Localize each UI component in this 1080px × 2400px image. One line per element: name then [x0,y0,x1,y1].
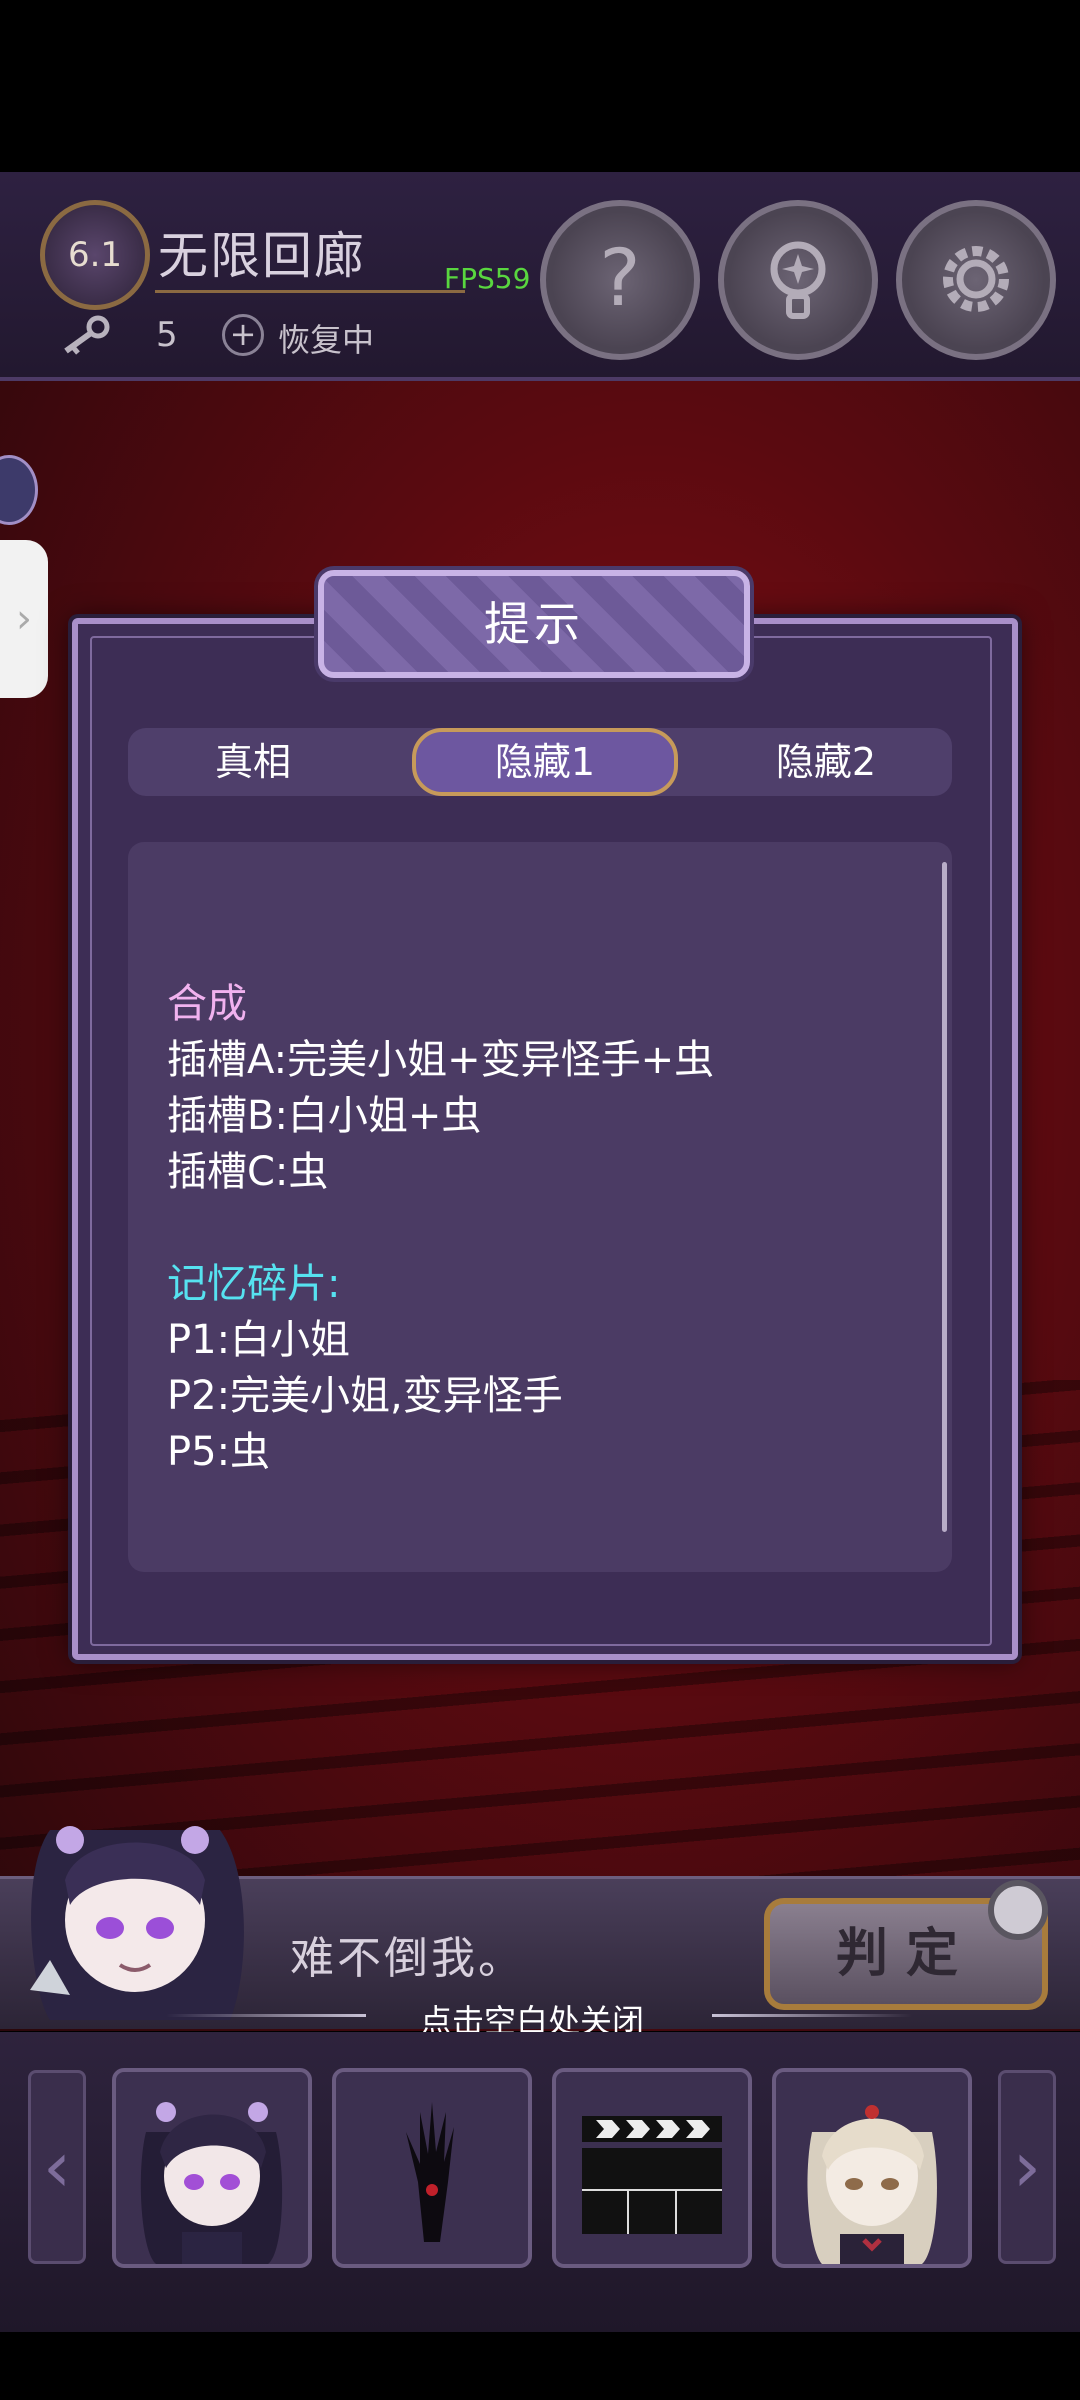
section-title-memory: 记忆碎片: [167,1261,341,1307]
keys-count: 5 [156,315,178,355]
hint-line: 插槽C:虫 [167,1149,329,1195]
tab-truth[interactable]: 真相 [128,728,378,796]
level-title: 无限回廊 [158,227,366,285]
inventory-prev-button[interactable]: ‹ [28,2070,86,2264]
section-title-synthesis: 合成 [167,981,247,1027]
divider-left [166,2014,366,2017]
fps-counter: FPS59 [444,262,531,295]
tab-hidden1[interactable]: 隐藏1 [412,728,678,796]
level-badge: 6.1 [40,200,150,310]
hint-icon [770,241,826,319]
inventory-slot-clapperboard[interactable] [552,2068,752,2268]
help-icon: ? [599,234,641,324]
settings-icon [943,246,1009,312]
key-icon [60,315,110,355]
chevron-left-icon: ‹ [43,2126,71,2208]
side-drawer-handle[interactable]: › [0,540,48,698]
inventory-next-button[interactable]: › [998,2070,1056,2264]
dialogue-text: 难不倒我。 [290,1933,525,1984]
inventory-slot-hand[interactable] [332,2068,532,2268]
character-avatar [10,1810,270,2030]
hint-line: 插槽B:白小姐+虫 [167,1093,482,1139]
inventory-slot-blonde-girl[interactable] [772,2068,972,2268]
add-key-button[interactable]: + [222,314,264,356]
hint-line: 插槽A:完美小姐+变异怪手+虫 [167,1037,715,1083]
divider-right [712,2014,912,2017]
help-button[interactable]: ? [540,200,700,360]
magnifier-icon [988,1880,1048,1940]
inventory-slot-girl[interactable] [112,2068,312,2268]
black-hand-icon [406,2102,454,2242]
scrollbar[interactable] [942,862,947,1532]
dialog-title: 提示 [484,597,584,651]
recover-status: 恢复中 [278,321,375,359]
clapperboard-icon [582,2116,722,2234]
tab-hidden2[interactable]: 隐藏2 [700,728,952,796]
hint-line: P1:白小姐 [167,1317,351,1363]
chevron-right-icon: › [1013,2126,1041,2208]
girl-portrait-icon [140,2102,283,2264]
blonde-girl-icon [807,2105,937,2264]
title-underline [155,290,465,293]
settings-button[interactable] [896,200,1056,360]
hint-line: P2:完美小姐,变异怪手 [167,1373,563,1419]
hint-button[interactable] [718,200,878,360]
chevron-right-icon: › [16,596,32,642]
hint-line: P5:虫 [167,1429,271,1475]
